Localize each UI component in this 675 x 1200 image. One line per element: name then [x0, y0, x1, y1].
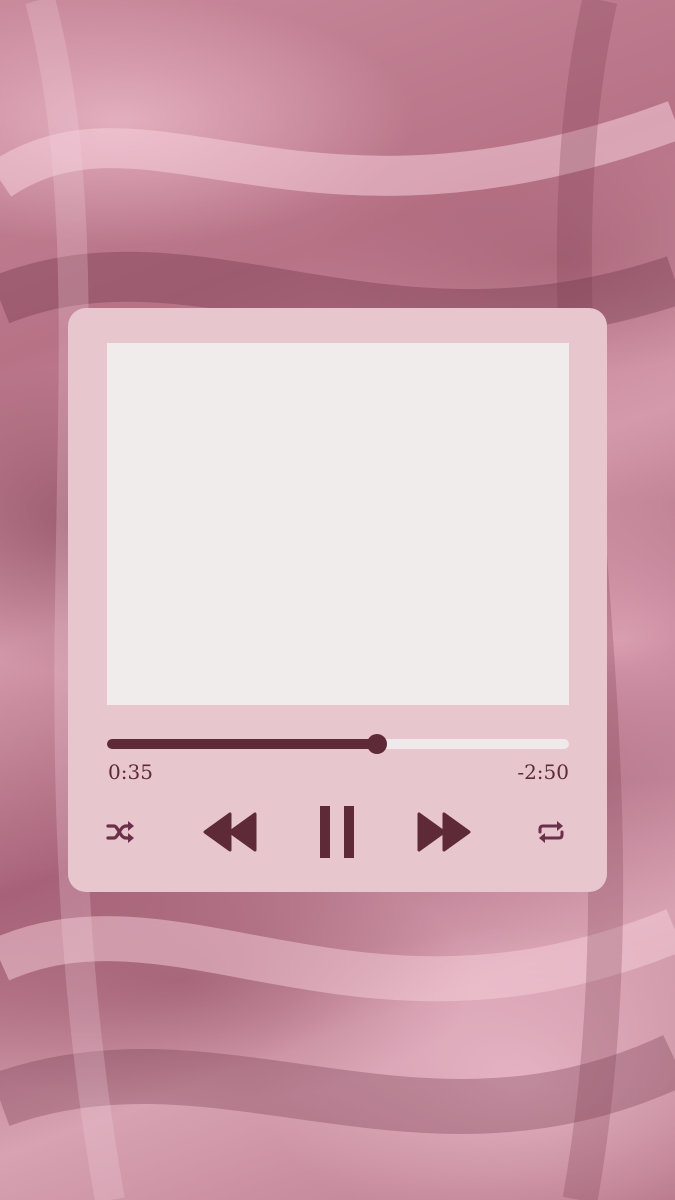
elapsed-time: 0:35	[108, 760, 153, 784]
pause-icon	[318, 804, 356, 860]
shuffle-button[interactable]	[106, 820, 136, 844]
fast-forward-icon	[416, 811, 472, 853]
progress-knob[interactable]	[367, 734, 387, 754]
music-player-card: 0:35 -2:50	[68, 308, 607, 892]
pause-button[interactable]	[318, 804, 356, 860]
progress-fill	[107, 739, 377, 749]
fast-forward-button[interactable]	[416, 811, 472, 853]
progress-bar[interactable]	[107, 734, 569, 754]
rewind-button[interactable]	[202, 811, 258, 853]
repeat-icon	[536, 820, 566, 844]
remaining-time: -2:50	[517, 760, 569, 784]
shuffle-icon	[106, 820, 136, 844]
album-artwork-placeholder	[107, 343, 569, 705]
repeat-button[interactable]	[536, 820, 566, 844]
rewind-icon	[202, 811, 258, 853]
